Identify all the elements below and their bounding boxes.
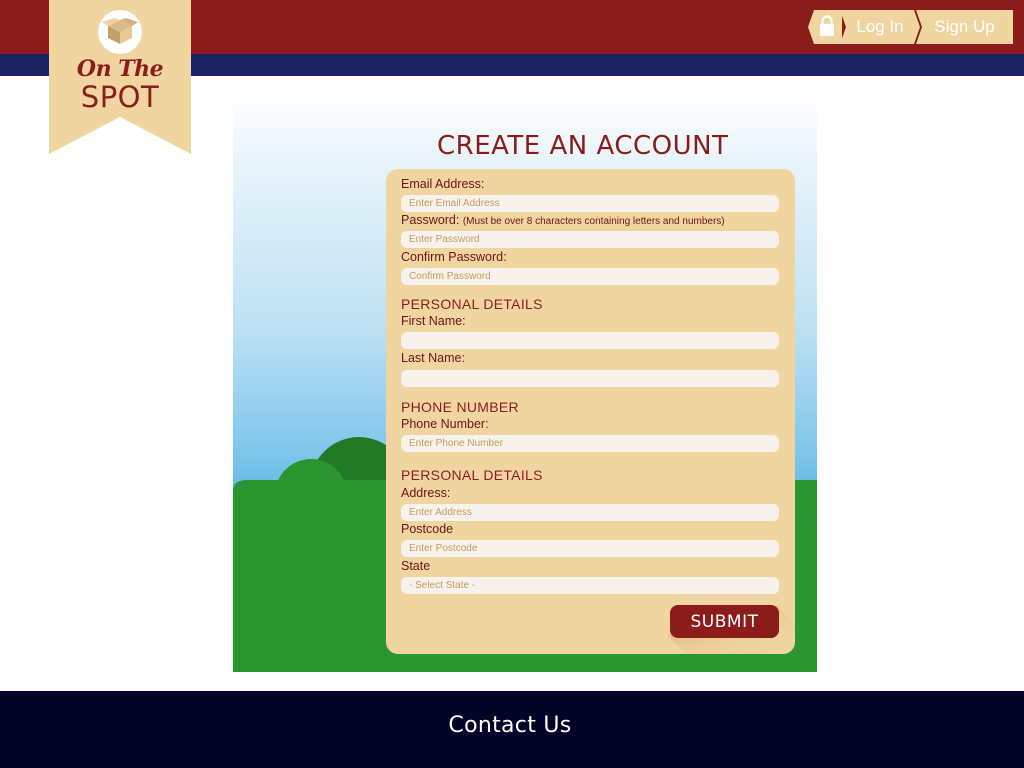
login-link[interactable]: Log In	[840, 10, 920, 44]
password-label: Password: (Must be over 8 characters con…	[401, 213, 725, 227]
phone-number-heading: PHONE NUMBER	[401, 399, 519, 415]
password-hint: (Must be over 8 characters containing le…	[462, 216, 725, 227]
last-name-field[interactable]	[401, 370, 779, 387]
signup-panel: CREATE AN ACCOUNT Email Address: Passwor…	[233, 93, 817, 672]
confirm-password-field[interactable]	[401, 268, 779, 285]
contact-us-link[interactable]: Contact Us	[0, 713, 1020, 738]
submit-button[interactable]: SUBMIT	[670, 605, 779, 638]
footer: Contact Us	[0, 691, 1024, 768]
page-title: CREATE AN ACCOUNT	[437, 131, 729, 161]
postcode-field[interactable]	[401, 540, 779, 557]
padlock-icon[interactable]	[808, 10, 844, 44]
confirm-password-label: Confirm Password:	[401, 250, 507, 264]
open-box-icon	[98, 10, 142, 54]
address-field[interactable]	[401, 504, 779, 521]
state-select[interactable]: - Select State -	[401, 577, 779, 594]
password-field[interactable]	[401, 231, 779, 248]
signup-form: Email Address: Password: (Must be over 8…	[386, 169, 795, 654]
page: On The SPOT Log In Sign Up CREATE AN ACC…	[0, 0, 1024, 768]
address-label: Address:	[401, 486, 451, 500]
address-details-heading: PERSONAL DETAILS	[401, 467, 543, 483]
first-name-field[interactable]	[401, 332, 779, 349]
phone-number-label: Phone Number:	[401, 417, 489, 431]
postcode-label: Postcode	[401, 522, 454, 536]
logo-text-top: On The	[76, 56, 164, 82]
signup-link[interactable]: Sign Up	[916, 10, 1013, 44]
phone-number-field[interactable]	[401, 435, 779, 452]
personal-details-heading: PERSONAL DETAILS	[401, 296, 543, 312]
login-label: Log In	[856, 17, 904, 36]
password-label-text: Password:	[401, 213, 460, 227]
last-name-label: Last Name:	[401, 351, 465, 365]
logo-text-bottom: SPOT	[80, 80, 160, 114]
email-field[interactable]	[401, 195, 779, 212]
first-name-label: First Name:	[401, 314, 466, 328]
logo[interactable]: On The SPOT	[49, 0, 191, 154]
state-label: State	[401, 559, 431, 573]
email-label: Email Address:	[401, 177, 485, 191]
signup-label: Sign Up	[934, 17, 995, 36]
